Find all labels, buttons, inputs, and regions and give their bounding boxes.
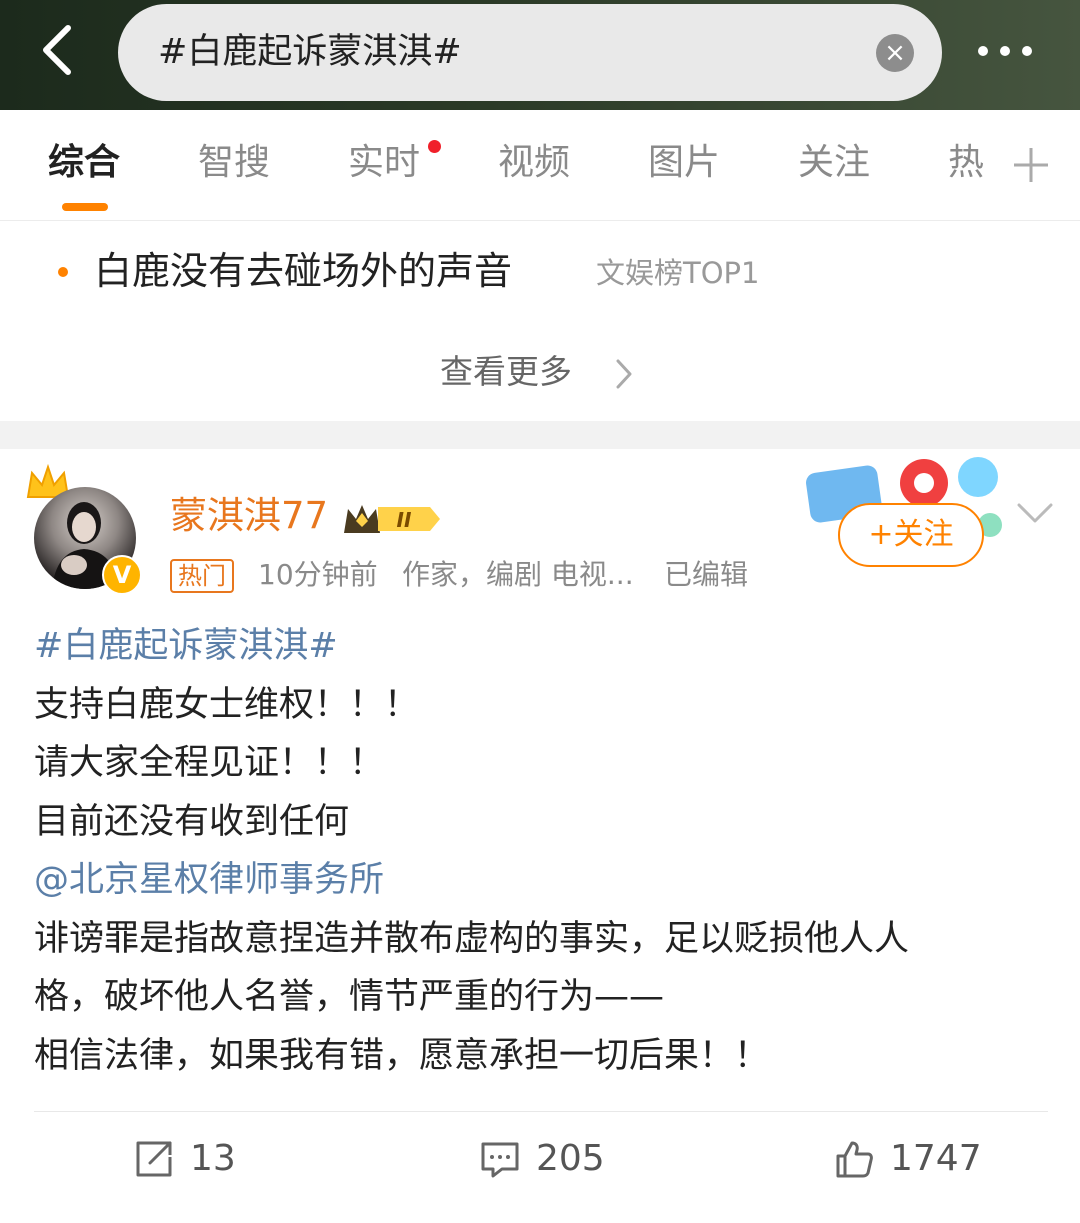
clear-icon[interactable]: × xyxy=(876,34,914,72)
vip-level: II xyxy=(397,508,412,532)
post-line: 诽谤罪是指故意捏造并散布虚构的事实，足以贬损他人人 xyxy=(34,918,910,959)
like-count: 1747 xyxy=(890,1138,982,1179)
verified-badge-icon: V xyxy=(102,555,142,595)
tab-comprehensive[interactable]: 综合 xyxy=(48,138,120,188)
comment-count: 205 xyxy=(536,1138,605,1179)
hashtag-link[interactable]: #白鹿起诉蒙淇淇# xyxy=(34,617,1054,676)
author-description: 作家，编剧 电视... xyxy=(402,558,634,591)
post-line: 相信法律，如果我有错，愿意承担一切后果！！ xyxy=(34,1035,770,1076)
post-line: 请大家全程见证！！！ xyxy=(34,743,385,783)
post-line: 支持白鹿女士维权！！！ xyxy=(34,684,420,725)
post-text: #白鹿起诉蒙淇淇# 支持白鹿女士维权！！！ 请大家全程见证！！！ 目前还没有收到… xyxy=(34,617,1054,1085)
active-tab-indicator xyxy=(62,203,108,211)
hot-badge: 热门 xyxy=(170,559,234,593)
post-line: 格，破坏他人名誉，情节严重的行为—— xyxy=(34,977,665,1017)
search-input[interactable]: #白鹿起诉蒙淇淇# × xyxy=(118,4,942,101)
repost-count: 13 xyxy=(190,1138,236,1179)
hot-topic-title[interactable]: 白鹿没有去碰场外的声音 xyxy=(94,243,512,299)
repost-icon xyxy=(136,1141,172,1177)
follow-button[interactable]: +关注 xyxy=(838,503,984,567)
chevron-down-icon[interactable] xyxy=(1016,501,1054,525)
top-bar: #白鹿起诉蒙淇淇# × xyxy=(0,0,1080,110)
post-line: 目前还没有收到任何 xyxy=(34,801,350,842)
more-dots-icon[interactable] xyxy=(970,30,1040,70)
bullet-dot xyxy=(58,267,68,277)
search-query[interactable]: #白鹿起诉蒙淇淇# xyxy=(158,4,462,101)
like-icon xyxy=(836,1141,873,1178)
tab-smart-search[interactable]: 智搜 xyxy=(198,138,270,188)
hot-topic-section: 白鹿没有去碰场外的声音 文娱榜TOP1 查看更多 xyxy=(0,221,1080,421)
comment-icon xyxy=(481,1142,519,1178)
tab-bar: 综合 智搜 实时 视频 图片 关注 热 xyxy=(0,110,1080,221)
red-dot-badge xyxy=(428,140,441,153)
see-more-link[interactable]: 查看更多 xyxy=(440,347,572,397)
username[interactable]: 蒙淇淇77 xyxy=(170,491,328,541)
plus-icon[interactable] xyxy=(1012,146,1050,184)
tab-following[interactable]: 关注 xyxy=(798,138,870,188)
post-time: 10分钟前 xyxy=(258,558,378,591)
tab-video[interactable]: 视频 xyxy=(498,138,570,188)
back-arrow-icon[interactable] xyxy=(30,20,90,80)
divider xyxy=(34,1111,1048,1112)
tab-realtime[interactable]: 实时 xyxy=(348,138,420,188)
tab-images[interactable]: 图片 xyxy=(648,138,720,188)
hot-topic-rank: 文娱榜TOP1 xyxy=(596,256,760,290)
edited-label: 已编辑 xyxy=(664,558,749,591)
vip-crown-icon: II xyxy=(344,505,440,533)
mention-link[interactable]: @北京星权律师事务所 xyxy=(34,851,1054,910)
chevron-right-icon[interactable] xyxy=(612,357,636,391)
tab-hot[interactable]: 热 xyxy=(948,138,984,188)
post-card: V 蒙淇淇77 II 热门 10分钟前 作家，编剧 电视... 已编辑 +关注 … xyxy=(0,449,1080,1223)
